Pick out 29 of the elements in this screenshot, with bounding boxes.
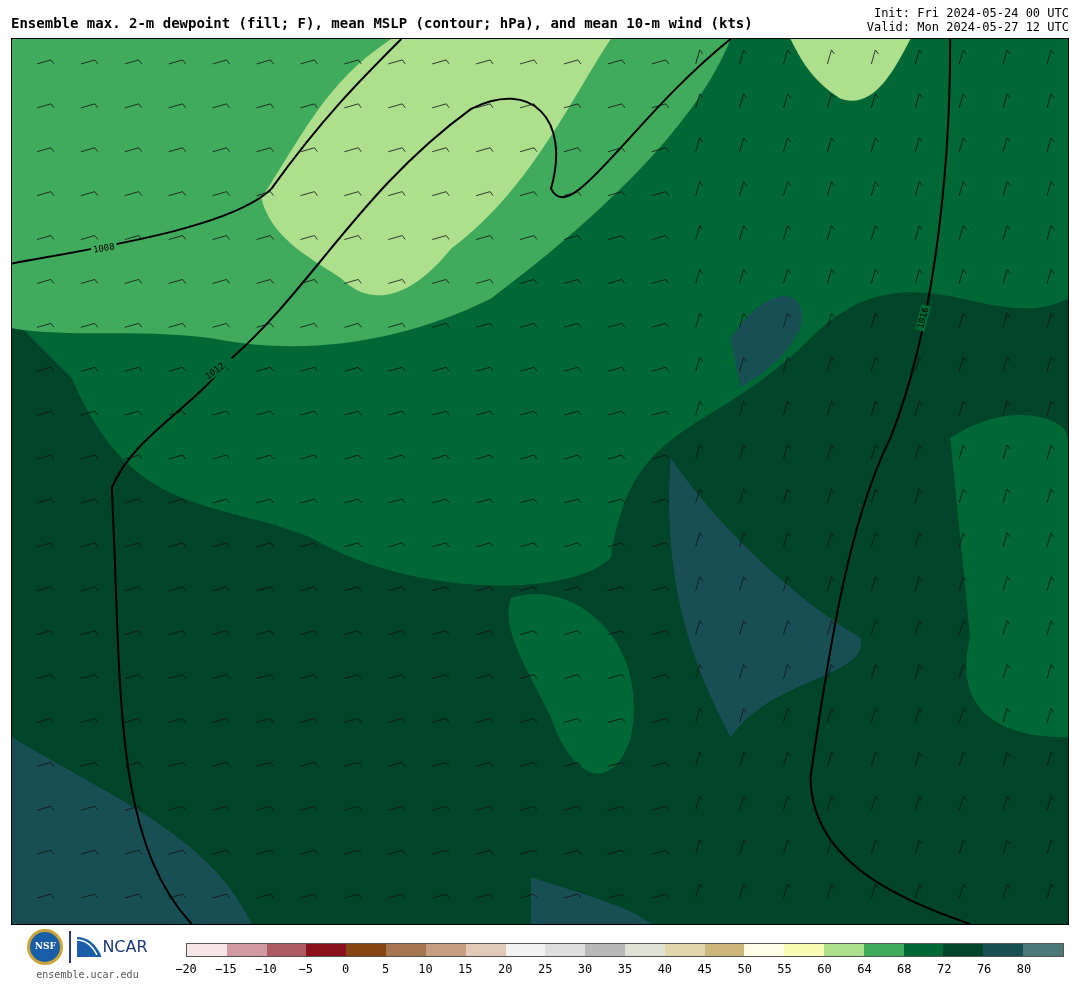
- tick-label: 45: [697, 961, 712, 978]
- tick-label: −5: [298, 961, 313, 978]
- tick-label: 0: [342, 961, 350, 978]
- tick-label: 10: [418, 961, 433, 978]
- ncar-logo: NCAR: [77, 935, 148, 959]
- tick-label: −20: [175, 961, 197, 978]
- tick-label: 20: [498, 961, 513, 978]
- nsf-logo: NSF: [27, 929, 64, 965]
- tick-label: 35: [617, 961, 633, 978]
- tick-label: 40: [657, 961, 673, 978]
- tick-label: 80: [1016, 961, 1032, 978]
- tick-label: 55: [777, 961, 792, 978]
- tick-label: 50: [737, 961, 752, 978]
- tick-label: −10: [254, 961, 277, 978]
- tick-label: 15: [458, 961, 473, 978]
- tick-label: 64: [857, 961, 872, 978]
- site-url: ensemble.ucar.edu: [36, 968, 139, 982]
- tick-label: 68: [897, 961, 912, 978]
- tick-label: −15: [215, 961, 237, 978]
- tick-label: 60: [817, 961, 832, 978]
- tick-label: 30: [577, 961, 593, 978]
- tick-label: 25: [537, 961, 553, 978]
- tick-label: 72: [937, 961, 952, 978]
- chart-title: Ensemble max. 2-m dewpoint (fill; F), mean MSLP (contour; hPa), and mean 10-m wind (kts): [11, 14, 753, 33]
- tick-label: 5: [381, 961, 390, 978]
- tick-label: 76: [976, 961, 992, 978]
- valid-time: Valid: Mon 2024-05-27 12 UTC: [866, 20, 1069, 34]
- init-time: Init: Fri 2024-05-24 00 UTC: [873, 6, 1069, 20]
- ncar-emblem-icon: [77, 937, 102, 957]
